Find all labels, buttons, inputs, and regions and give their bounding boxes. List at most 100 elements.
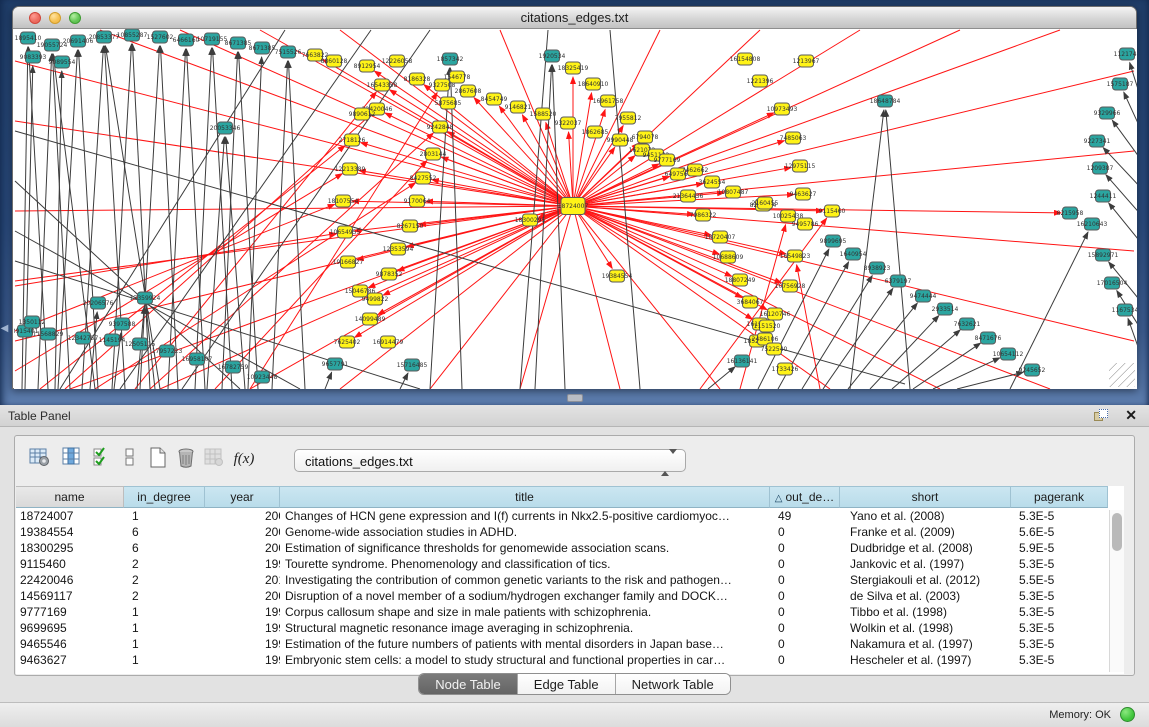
graph-edge[interactable] — [15, 231, 300, 389]
table-cell[interactable]: 22420046 — [16, 572, 124, 588]
table-settings-button[interactable] — [25, 444, 55, 476]
graph-edge[interactable] — [186, 49, 205, 389]
table-cell[interactable]: Changes of HCN gene expression and I(f) … — [280, 508, 770, 524]
table-row[interactable]: 2242004622012Investigating the contribut… — [16, 572, 1108, 588]
table-cell[interactable]: 9465546 — [16, 636, 124, 652]
table-cell[interactable]: 2 — [124, 556, 205, 572]
table-cell[interactable]: 5.3E-5 — [1011, 588, 1108, 604]
table-cell[interactable]: Nakamura et al. (1997) — [840, 636, 1011, 652]
graph-edge[interactable] — [361, 143, 573, 206]
table-cell[interactable]: 0 — [770, 540, 840, 556]
graph-edge[interactable] — [325, 372, 332, 389]
table-cell[interactable]: 6 — [124, 540, 205, 556]
table-cell[interactable]: Estimation of the future numbers of pati… — [280, 636, 770, 652]
graph-edge[interactable] — [272, 61, 288, 389]
graph-edge[interactable] — [450, 68, 462, 389]
network-window[interactable]: citations_edges.txt 18954101905572420691… — [12, 6, 1137, 389]
graph-edge[interactable] — [400, 373, 408, 389]
table-cell[interactable]: Jankovic et al. (1997) — [840, 556, 1011, 572]
table-cell[interactable]: 0 — [770, 604, 840, 620]
table-cell[interactable]: 1 — [124, 636, 205, 652]
table-cell[interactable]: 5.3E-5 — [1011, 556, 1108, 572]
table-cell[interactable]: 1 — [124, 604, 205, 620]
table-cell[interactable]: 1 — [124, 620, 205, 636]
graph-edge[interactable] — [25, 66, 33, 389]
table-cell[interactable]: 19384554 — [16, 524, 124, 540]
collapse-west-panel-handle[interactable]: ◀ — [0, 318, 9, 340]
table-cell[interactable]: 2 — [124, 588, 205, 604]
table-row[interactable]: 1456911722003Disruption of a novel membe… — [16, 588, 1108, 604]
table-cell[interactable]: 9115460 — [16, 556, 124, 572]
graph-edge[interactable] — [474, 98, 573, 206]
table-cell[interactable]: Disruption of a novel member of a sodium… — [280, 588, 770, 604]
function-builder-button[interactable]: f(x) — [229, 444, 259, 476]
graph-edge[interactable] — [448, 132, 573, 206]
graph-edge[interactable] — [195, 48, 212, 389]
table-cell[interactable]: Stergiakouli et al. (2012) — [840, 572, 1011, 588]
table-cell[interactable]: 0 — [770, 620, 840, 636]
table-cell[interactable]: 1 — [124, 508, 205, 524]
graph-edge[interactable] — [430, 68, 449, 389]
table-cell[interactable]: 9777169 — [16, 604, 124, 620]
graph-edge[interactable] — [207, 137, 224, 389]
table-cell[interactable]: 1 — [124, 652, 205, 668]
graph-edge[interactable] — [213, 48, 232, 389]
table-cell[interactable]: 1998 — [205, 604, 280, 620]
close-panel-icon[interactable]: ✕ — [1125, 407, 1137, 424]
table-cell[interactable]: Hescheler et al. (1997) — [840, 652, 1011, 668]
table-row[interactable]: 969969511998Structural magnetic resonanc… — [16, 620, 1108, 636]
table-cell[interactable]: 0 — [770, 524, 840, 540]
table-row[interactable]: 1872400712008Changes of HCN gene express… — [16, 508, 1108, 524]
graph-edge[interactable] — [957, 372, 1023, 389]
column-header-out_de[interactable]: △out_de… — [770, 486, 840, 508]
scrollbar-thumb[interactable] — [1112, 513, 1122, 551]
table-row[interactable]: 946554611997Estimation of the future num… — [16, 636, 1108, 652]
table-cell[interactable]: 18724007 — [16, 508, 124, 524]
tab-edge-table[interactable]: Edge Table — [518, 674, 616, 694]
graph-edge[interactable] — [933, 358, 1000, 389]
table-row[interactable]: 1830029562008Estimation of significance … — [16, 540, 1108, 556]
table-cell[interactable]: 49 — [770, 508, 840, 524]
table-cell[interactable]: 5.3E-5 — [1011, 604, 1108, 620]
table-cell[interactable]: 9463627 — [16, 652, 124, 668]
vertical-scrollbar[interactable] — [1109, 510, 1124, 672]
column-header-year[interactable]: year — [205, 486, 280, 508]
table-cell[interactable]: 14569117 — [16, 588, 124, 604]
network-canvas[interactable]: 1895410190557242069140620853377108552871… — [14, 29, 1137, 389]
table-cell[interactable]: 6 — [124, 524, 205, 540]
network-window-titlebar[interactable]: citations_edges.txt — [13, 7, 1136, 29]
table-cell[interactable]: Franke et al. (2009) — [840, 524, 1011, 540]
table-cell[interactable]: 5.6E-5 — [1011, 524, 1108, 540]
table-row[interactable]: 946362711997Embryonic stem cells: a mode… — [16, 652, 1108, 668]
table-cell[interactable]: 5.9E-5 — [1011, 540, 1108, 556]
table-row[interactable]: 911546021997Tourette syndrome. Phenomeno… — [16, 556, 1108, 572]
new-table-button[interactable] — [143, 444, 173, 476]
graph-edge[interactable] — [288, 61, 305, 389]
column-header-short[interactable]: short — [840, 486, 1011, 508]
graph-edge[interactable] — [573, 206, 620, 389]
graph-edge[interactable] — [1124, 92, 1137, 132]
table-cell[interactable]: 0 — [770, 572, 840, 588]
table-cell[interactable]: 0 — [770, 588, 840, 604]
table-cell[interactable]: Tourette syndrome. Phenomenology and cla… — [280, 556, 770, 572]
table-cell[interactable]: 2012 — [205, 572, 280, 588]
graph-edge[interactable] — [222, 52, 238, 389]
graph-edge[interactable] — [160, 46, 178, 389]
table-cell[interactable]: Structural magnetic resonance image aver… — [280, 620, 770, 636]
table-cell[interactable]: 5.3E-5 — [1011, 620, 1108, 636]
graph-edge[interactable] — [1109, 203, 1137, 244]
tab-node-table[interactable]: Node Table — [419, 674, 518, 694]
table-cell[interactable]: 5.3E-5 — [1011, 636, 1108, 652]
graph-edge[interactable] — [573, 206, 1050, 389]
graph-edge[interactable] — [430, 206, 573, 389]
table-cell[interactable]: 1998 — [205, 620, 280, 636]
table-cell[interactable]: Tibbo et al. (1998) — [840, 604, 1011, 620]
table-cell[interactable]: Investigating the contribution of common… — [280, 572, 770, 588]
table-cell[interactable]: 2 — [124, 572, 205, 588]
table-cell[interactable]: 0 — [770, 556, 840, 572]
column-header-name[interactable]: name — [16, 486, 124, 508]
graph-edge[interactable] — [886, 110, 910, 389]
table-cell[interactable]: 1997 — [205, 556, 280, 572]
table-cell[interactable]: 2003 — [205, 588, 280, 604]
tab-network-table[interactable]: Network Table — [616, 674, 730, 694]
